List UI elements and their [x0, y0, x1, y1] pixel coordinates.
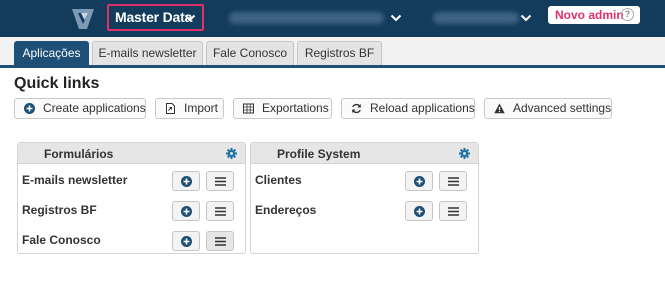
import-label: Import	[184, 101, 219, 115]
add-record-button[interactable]	[405, 171, 433, 191]
add-record-button[interactable]	[172, 171, 200, 191]
tab-fale-conosco[interactable]: Fale Conosco	[206, 41, 294, 65]
list-item-label[interactable]: Clientes	[255, 173, 302, 187]
exportations-label: Exportations	[262, 101, 329, 115]
plus-circle-icon	[414, 176, 425, 187]
menu-lines-icon	[448, 177, 459, 186]
plus-circle-icon	[181, 236, 192, 247]
chevron-down-icon[interactable]	[184, 14, 196, 22]
add-record-button[interactable]	[405, 201, 433, 221]
file-import-icon	[166, 103, 175, 114]
warning-icon	[494, 103, 505, 114]
menu-lines-icon	[448, 207, 459, 216]
new-admin-button[interactable]: Novo admin ?	[548, 6, 640, 24]
reload-applications-button[interactable]: Reload applications	[341, 98, 475, 119]
reload-applications-label: Reload applications	[370, 101, 475, 115]
list-item-label[interactable]: Fale Conosco	[22, 233, 101, 247]
exportations-button[interactable]: Exportations	[233, 98, 332, 119]
list-records-button[interactable]	[206, 171, 234, 191]
new-admin-label: Novo admin	[555, 8, 624, 22]
panel-formularios: Formulários E-mails newsletter Registros…	[17, 142, 246, 254]
list-item-label[interactable]: Endereços	[255, 203, 316, 217]
create-applications-button[interactable]: Create applications	[14, 98, 146, 119]
refresh-icon	[352, 103, 361, 114]
panel-header: Profile System	[251, 143, 478, 164]
list-records-button[interactable]	[439, 171, 467, 191]
list-records-button[interactable]	[439, 201, 467, 221]
account-name-redacted[interactable]	[229, 12, 384, 24]
app-title: Master Data	[115, 9, 193, 25]
create-applications-label: Create applications	[43, 101, 146, 115]
import-button[interactable]: Import	[155, 98, 224, 119]
user-name-redacted[interactable]	[433, 12, 519, 24]
tab-emails-newsletter[interactable]: E-mails newsletter	[92, 41, 203, 65]
plus-circle-icon	[414, 206, 425, 217]
menu-lines-icon	[215, 207, 226, 216]
gear-icon[interactable]	[226, 148, 237, 159]
list-item-label[interactable]: E-mails newsletter	[22, 173, 127, 187]
tab-registros-bf[interactable]: Registros BF	[297, 41, 382, 65]
tab-bar: Aplicações E-mails newsletter Fale Conos…	[0, 37, 665, 68]
top-header-bar: Master Data Novo admin ?	[0, 0, 665, 37]
menu-lines-icon	[215, 177, 226, 186]
list-records-button[interactable]	[206, 201, 234, 221]
panel-profile-system: Profile System Clientes Endereços	[250, 142, 479, 254]
quick-links-title: Quick links	[14, 75, 100, 92]
advanced-settings-button[interactable]: Advanced settings	[484, 98, 612, 119]
chevron-down-icon[interactable]	[520, 14, 532, 22]
list-records-button[interactable]	[206, 231, 234, 251]
menu-lines-icon	[215, 237, 226, 246]
panel-title: Formulários	[44, 147, 114, 161]
add-record-button[interactable]	[172, 201, 200, 221]
gear-icon[interactable]	[459, 148, 470, 159]
list-item-label[interactable]: Registros BF	[22, 203, 97, 217]
panel-header: Formulários	[18, 143, 245, 164]
plus-circle-icon	[181, 176, 192, 187]
table-icon	[243, 103, 254, 114]
help-icon[interactable]: ?	[621, 8, 634, 21]
plus-circle-icon	[181, 206, 192, 217]
vtex-logo-icon[interactable]	[72, 9, 94, 29]
advanced-settings-label: Advanced settings	[513, 101, 612, 115]
panel-title: Profile System	[277, 147, 361, 161]
add-record-button[interactable]	[172, 231, 200, 251]
chevron-down-icon[interactable]	[390, 14, 402, 22]
plus-circle-icon	[24, 103, 35, 114]
tab-aplicacoes[interactable]: Aplicações	[14, 41, 89, 65]
